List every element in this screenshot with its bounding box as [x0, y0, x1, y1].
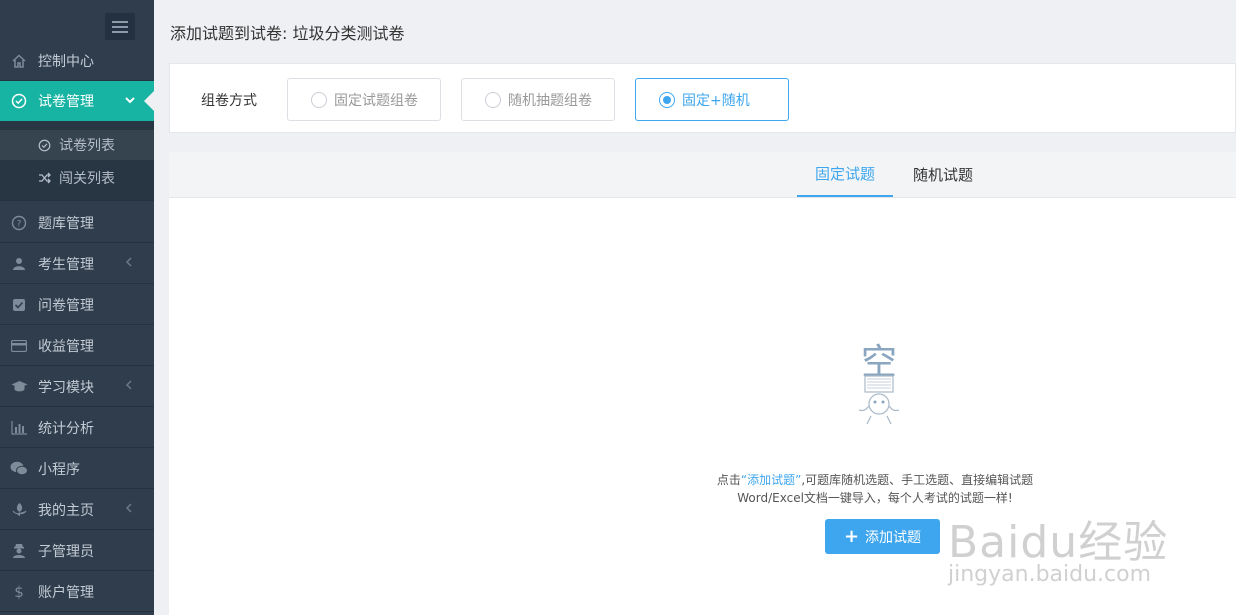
submenu-item-label: 闯关列表 [59, 171, 115, 187]
sidebar-item-revenue[interactable]: 收益管理 [0, 326, 154, 366]
graduation-cap-icon [10, 378, 28, 396]
mode-option-label: 固定试题组卷 [334, 92, 418, 109]
page-title: 添加试题到试卷: 垃圾分类测试卷 [170, 24, 405, 43]
sidebar-item-dashboard[interactable]: 控制中心 [0, 41, 154, 81]
submenu-item-exam-list[interactable]: 试卷列表 [0, 130, 154, 160]
dollar-icon: $ [10, 583, 28, 601]
checkbox-icon [10, 296, 28, 314]
watermark-url: jingyan.baidu.com [948, 562, 1152, 587]
mode-option-label: 固定+随机 [682, 92, 750, 109]
mode-option-label: 随机抽题组卷 [508, 92, 592, 109]
sidebar-item-label: 控制中心 [38, 53, 94, 70]
submenu-item-label: 试卷列表 [59, 138, 115, 154]
bar-chart-icon [10, 419, 28, 437]
sidebar-item-label: 试卷管理 [38, 94, 94, 110]
mode-option-random[interactable]: 随机抽题组卷 [461, 78, 615, 121]
sidebar-item-question-bank[interactable]: ? 题库管理 [0, 203, 154, 243]
radio-icon [311, 91, 327, 108]
assembly-mode-panel: 组卷方式 固定试题组卷 随机抽题组卷 固定+随机 [169, 63, 1236, 133]
sidebar-item-label: 问卷管理 [38, 297, 94, 314]
assembly-mode-label: 组卷方式 [201, 93, 257, 109]
user-icon [10, 255, 28, 273]
sidebar: 控制中心 试卷管理 试卷列表 闯关列表 ? 题库管理 考生管理 问卷管理 收益管… [0, 0, 154, 615]
sidebar-item-label: 子管理员 [38, 543, 94, 560]
sidebar-item-label: 我的主页 [38, 502, 94, 519]
sidebar-item-label: 收益管理 [38, 338, 94, 355]
sidebar-item-mini-program[interactable]: 小程序 [0, 449, 154, 489]
add-question-button[interactable]: + 添加试题 [825, 519, 940, 554]
svg-text:空: 空 [861, 342, 897, 383]
baidu-watermark: Baidu经验 jingyan.baidu.com [948, 484, 1178, 594]
add-question-link[interactable]: “添加试题” [741, 473, 801, 487]
leaf-icon [10, 501, 28, 519]
empty-line1-prefix: 点击 [716, 473, 741, 487]
sidebar-item-label: 统计分析 [38, 420, 94, 437]
sidebar-item-label: 学习模块 [38, 379, 94, 396]
exam-submenu: 试卷列表 闯关列表 [0, 121, 154, 201]
sidebar-item-examinee[interactable]: 考生管理 [0, 244, 154, 284]
sidebar-item-statistics[interactable]: 统计分析 [0, 408, 154, 448]
watermark-brand: Baidu经验 [948, 517, 1169, 568]
question-circle-icon: ? [10, 214, 28, 232]
add-question-button-label: 添加试题 [865, 529, 922, 546]
sidebar-item-learning[interactable]: 学习模块 [0, 367, 154, 407]
wechat-icon [10, 460, 28, 478]
sidebar-item-sub-admin[interactable]: 子管理员 [0, 531, 154, 571]
home-icon [10, 52, 28, 70]
sidebar-item-label: 题库管理 [38, 215, 94, 232]
check-circle-icon [10, 92, 28, 110]
chevron-left-icon [124, 379, 134, 394]
plus-icon: + [843, 525, 860, 547]
tab-fixed-questions[interactable]: 固定试题 [797, 152, 893, 197]
sidebar-item-label: 小程序 [38, 461, 80, 478]
menu-toggle-button[interactable] [105, 13, 135, 40]
credit-card-icon [10, 337, 28, 355]
sidebar-item-homepage[interactable]: 我的主页 [0, 490, 154, 530]
mode-option-fixed-plus-random[interactable]: 固定+随机 [635, 78, 789, 121]
tabs-bar: 固定试题 随机试题 [169, 152, 1236, 198]
chevron-left-icon [124, 256, 134, 271]
svg-text:$: $ [14, 584, 24, 600]
submenu-item-level-list[interactable]: 闯关列表 [0, 163, 154, 193]
empty-state-illustration: 空 [843, 338, 915, 428]
check-circle-icon [38, 139, 54, 152]
sidebar-item-exam-management[interactable]: 试卷管理 [0, 81, 154, 121]
sidebar-item-survey[interactable]: 问卷管理 [0, 285, 154, 325]
chevron-down-icon [124, 94, 136, 109]
sidebar-item-account[interactable]: $ 账户管理 [0, 572, 154, 612]
radio-icon [485, 91, 501, 108]
chevron-left-icon [124, 502, 134, 517]
radio-selected-icon [659, 91, 675, 108]
tab-random-questions[interactable]: 随机试题 [903, 152, 983, 197]
svg-text:?: ? [17, 219, 22, 229]
sidebar-item-label: 考生管理 [38, 256, 94, 273]
shuffle-icon [38, 172, 54, 184]
user-secret-icon [10, 542, 28, 560]
mode-option-fixed[interactable]: 固定试题组卷 [287, 78, 441, 121]
sidebar-item-label: 账户管理 [38, 584, 94, 601]
